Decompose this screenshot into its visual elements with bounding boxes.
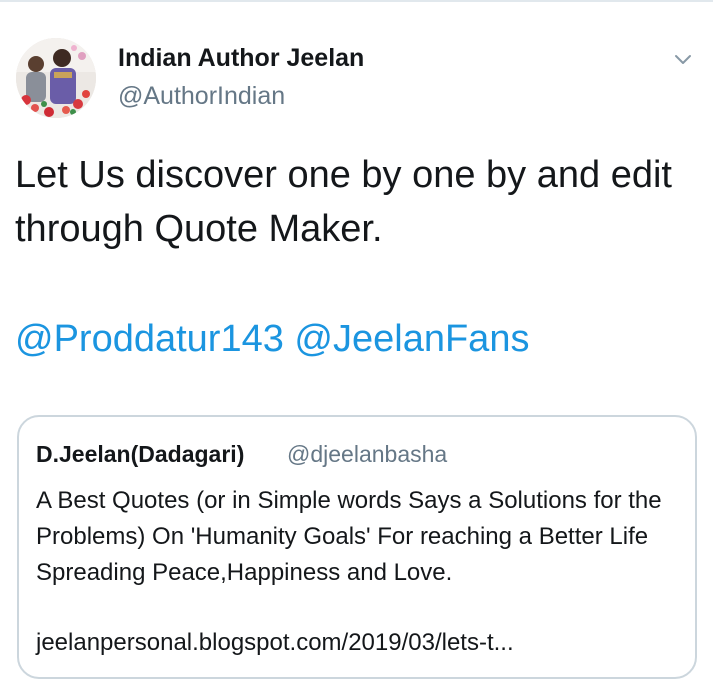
- quoted-tweet-text: A Best Quotes (or in Simple words Says a…: [36, 487, 662, 586]
- quoted-tweet-card[interactable]: D.Jeelan(Dadagari) @djeelanbasha A Best …: [17, 415, 697, 679]
- quoted-tweet-link[interactable]: jeelanpersonal.blogspot.com/2019/03/lets…: [36, 625, 686, 661]
- tweet: Indian Author Jeelan @AuthorIndian Let U…: [0, 0, 713, 685]
- mention-link-jeelanfans[interactable]: @JeelanFans: [294, 318, 529, 360]
- author-name[interactable]: Indian Author Jeelan: [118, 44, 364, 73]
- tweet-menu-button[interactable]: [668, 45, 698, 75]
- avatar-image: [16, 38, 96, 118]
- mention-link-proddatur143[interactable]: @Proddatur143: [15, 318, 284, 360]
- tweet-mentions: @Proddatur143 @JeelanFans: [15, 312, 529, 366]
- author-handle[interactable]: @AuthorIndian: [118, 82, 285, 111]
- quoted-author-handle: @djeelanbasha: [287, 441, 448, 467]
- chevron-down-icon: [675, 55, 691, 64]
- avatar[interactable]: [16, 38, 96, 118]
- tweet-text: Let Us discover one by one by and edit t…: [15, 154, 672, 250]
- quoted-author-name: D.Jeelan(Dadagari): [36, 441, 245, 467]
